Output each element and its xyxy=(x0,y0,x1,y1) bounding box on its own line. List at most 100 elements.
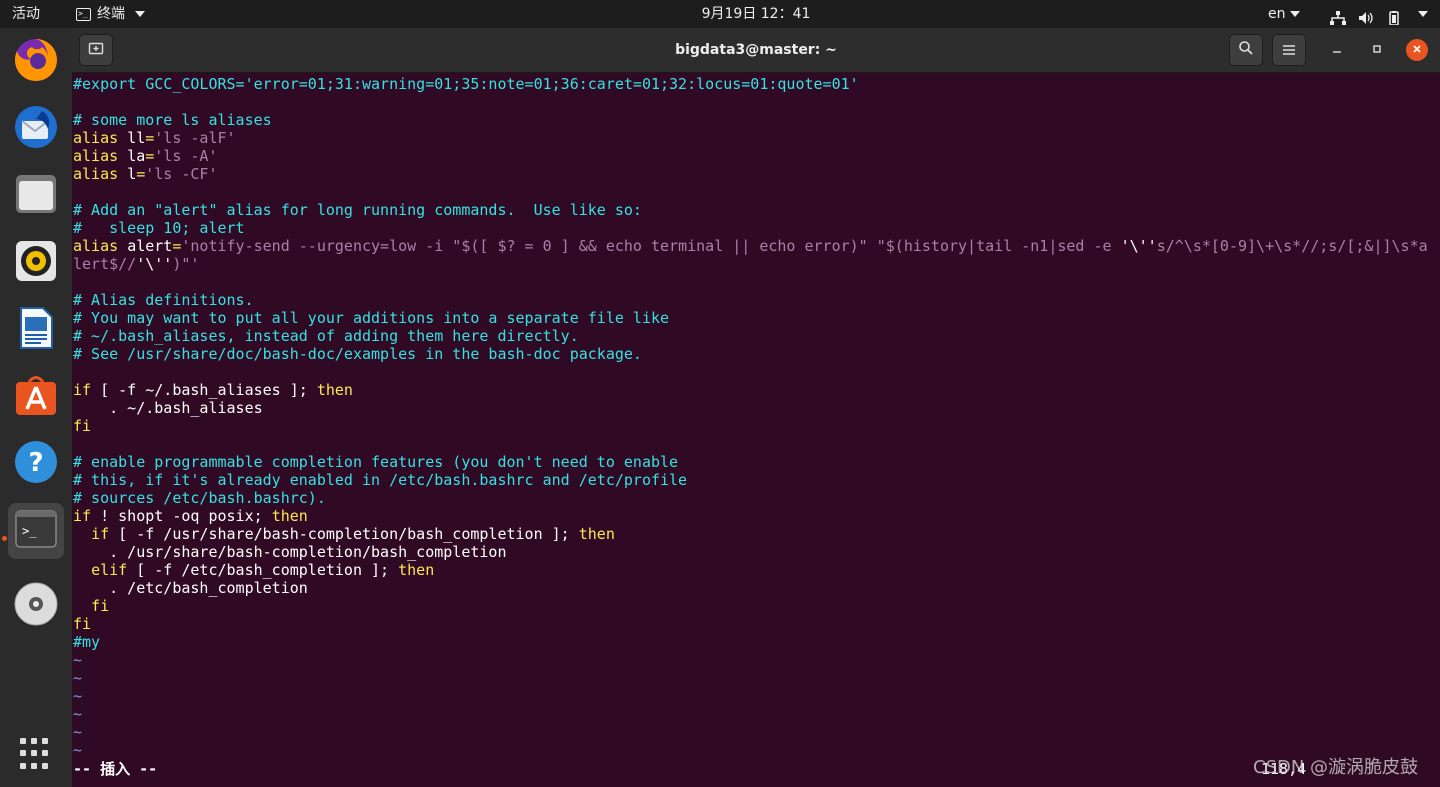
terminal-line: alias alert='notify-send --urgency=low -… xyxy=(73,237,1439,255)
terminal-line: # sleep 10; alert xyxy=(73,219,1439,237)
dock-firefox[interactable] xyxy=(8,34,64,90)
top-bar: 活动 >_ 终端 9月19日 12：41 en xyxy=(0,0,1440,28)
terminal-text-segment: # some more ls aliases xyxy=(73,111,272,129)
terminal-text-segment: = xyxy=(145,129,155,147)
terminal-line: # sources /etc/bash.bashrc). xyxy=(73,489,1439,507)
terminal-text-segment: alert xyxy=(127,237,173,255)
terminal-text-segment: . /usr/share/bash-completion/bash_comple… xyxy=(73,543,507,561)
terminal-text-segment: [ -f ~/.bash_aliases ]; xyxy=(91,381,317,399)
terminal-text-segment: if xyxy=(91,525,110,543)
thunderbird-icon xyxy=(12,103,60,155)
minimize-button[interactable] xyxy=(1326,39,1348,61)
terminal-window: bigdata3@master: ~ #export GCC_COLORS='e… xyxy=(72,28,1440,787)
new-tab-button[interactable] xyxy=(79,34,113,66)
terminal-line: # this, if it's already enabled in /etc/… xyxy=(73,471,1439,489)
terminal-text-segment: ~ xyxy=(73,705,83,723)
volume-icon xyxy=(1358,7,1374,24)
terminal-line: #export GCC_COLORS='error=01;31:warning=… xyxy=(73,75,1439,93)
apps-grid-icon[interactable] xyxy=(20,738,52,770)
terminal-line: # Alias definitions. xyxy=(73,291,1439,309)
dock-rhythmbox[interactable] xyxy=(8,235,64,291)
dock-disc[interactable] xyxy=(8,578,64,634)
dock-terminal[interactable]: >_ xyxy=(8,503,64,559)
terminal-text-segment: #my xyxy=(73,633,101,651)
vim-buffer[interactable]: #export GCC_COLORS='error=01;31:warning=… xyxy=(73,75,1439,759)
terminal-text-segment: then xyxy=(398,561,435,579)
terminal-text-segment: lert$// xyxy=(73,255,137,273)
terminal-line: if [ -f /usr/share/bash-completion/bash_… xyxy=(73,525,1439,543)
system-tray[interactable] xyxy=(1330,0,1428,28)
software-icon xyxy=(13,372,59,422)
chevron-down-icon xyxy=(1418,11,1428,17)
battery-icon xyxy=(1386,7,1402,26)
rhythmbox-icon xyxy=(13,238,59,288)
terminal-text-segment: # sources /etc/bash.bashrc). xyxy=(73,489,326,507)
terminal-text-segment: elif xyxy=(91,561,128,579)
dock-thunderbird[interactable] xyxy=(8,101,64,157)
terminal-text-segment: fi xyxy=(73,615,92,633)
terminal-text-segment: ~ xyxy=(73,741,83,759)
menu-button[interactable] xyxy=(1272,34,1306,66)
terminal-text-segment: 'ls -A' xyxy=(154,147,218,165)
svg-text:?: ? xyxy=(28,448,43,478)
new-tab-icon xyxy=(88,40,104,60)
terminal-text-segment: alias xyxy=(73,147,128,165)
terminal-text-segment: ~ xyxy=(73,651,83,669)
terminal-text-segment: ! shopt -oq posix; xyxy=(91,507,272,525)
terminal-line: . /usr/share/bash-completion/bash_comple… xyxy=(73,543,1439,561)
terminal-text-segment: )"' xyxy=(172,255,200,273)
disc-icon xyxy=(13,581,59,631)
help-icon: ? xyxy=(13,439,59,489)
terminal-text-segment: '\'' xyxy=(136,255,173,273)
search-icon xyxy=(1238,40,1254,60)
terminal-text-segment: fi xyxy=(73,417,92,435)
terminal-text-segment: 'ls -CF' xyxy=(145,165,218,183)
terminal-text-segment: '\'' xyxy=(1120,237,1157,255)
terminal-line: . /etc/bash_completion xyxy=(73,579,1439,597)
terminal-line: alias l='ls -CF' xyxy=(73,165,1439,183)
terminal-text-segment: ~ xyxy=(73,687,83,705)
terminal-text-segment: ~ xyxy=(73,669,83,687)
terminal-text-segment: alias xyxy=(73,129,128,147)
terminal-line: # some more ls aliases xyxy=(73,111,1439,129)
terminal-text-segment: # ~/.bash_aliases, instead of adding the… xyxy=(73,327,579,345)
input-method-menu[interactable]: en xyxy=(1268,0,1300,28)
maximize-button[interactable] xyxy=(1366,39,1388,61)
search-button[interactable] xyxy=(1229,34,1263,66)
terminal-line: ~ xyxy=(73,687,1439,705)
terminal-text-segment: # sleep 10; alert xyxy=(73,219,245,237)
terminal-text-segment: ll xyxy=(127,129,146,147)
hamburger-icon xyxy=(1282,41,1296,60)
terminal-text-segment: alias xyxy=(73,165,128,183)
chevron-down-icon xyxy=(1289,11,1300,17)
writer-icon xyxy=(13,305,59,355)
terminal-line: fi xyxy=(73,615,1439,633)
terminal-text-segment: # Add an "alert" alias for long running … xyxy=(73,201,642,219)
dock-software[interactable] xyxy=(8,369,64,425)
dock-help[interactable]: ? xyxy=(8,436,64,492)
running-indicator xyxy=(2,536,7,541)
terminal-text-segment: # See /usr/share/doc/bash-doc/examples i… xyxy=(73,345,642,363)
terminal-content[interactable]: #export GCC_COLORS='error=01;31:warning=… xyxy=(73,75,1439,787)
terminal-line: fi xyxy=(73,417,1439,435)
terminal-line: if [ -f ~/.bash_aliases ]; then xyxy=(73,381,1439,399)
terminal-line: # Add an "alert" alias for long running … xyxy=(73,201,1439,219)
dock-files[interactable] xyxy=(8,168,64,224)
close-icon xyxy=(1412,43,1422,58)
terminal-text-segment: # this, if it's already enabled in /etc/… xyxy=(73,471,688,489)
clock[interactable]: 9月19日 12：41 xyxy=(0,0,1440,28)
terminal-line: ~ xyxy=(73,723,1439,741)
terminal-text-segment: if xyxy=(73,381,92,399)
terminal-line: ~ xyxy=(73,669,1439,687)
terminal-line: #my xyxy=(73,633,1439,651)
dock-writer[interactable] xyxy=(8,302,64,358)
close-button[interactable] xyxy=(1406,39,1428,61)
minimize-icon xyxy=(1332,43,1342,58)
terminal-text-segment: #export GCC_COLORS='error=01;31:warning=… xyxy=(73,75,859,93)
